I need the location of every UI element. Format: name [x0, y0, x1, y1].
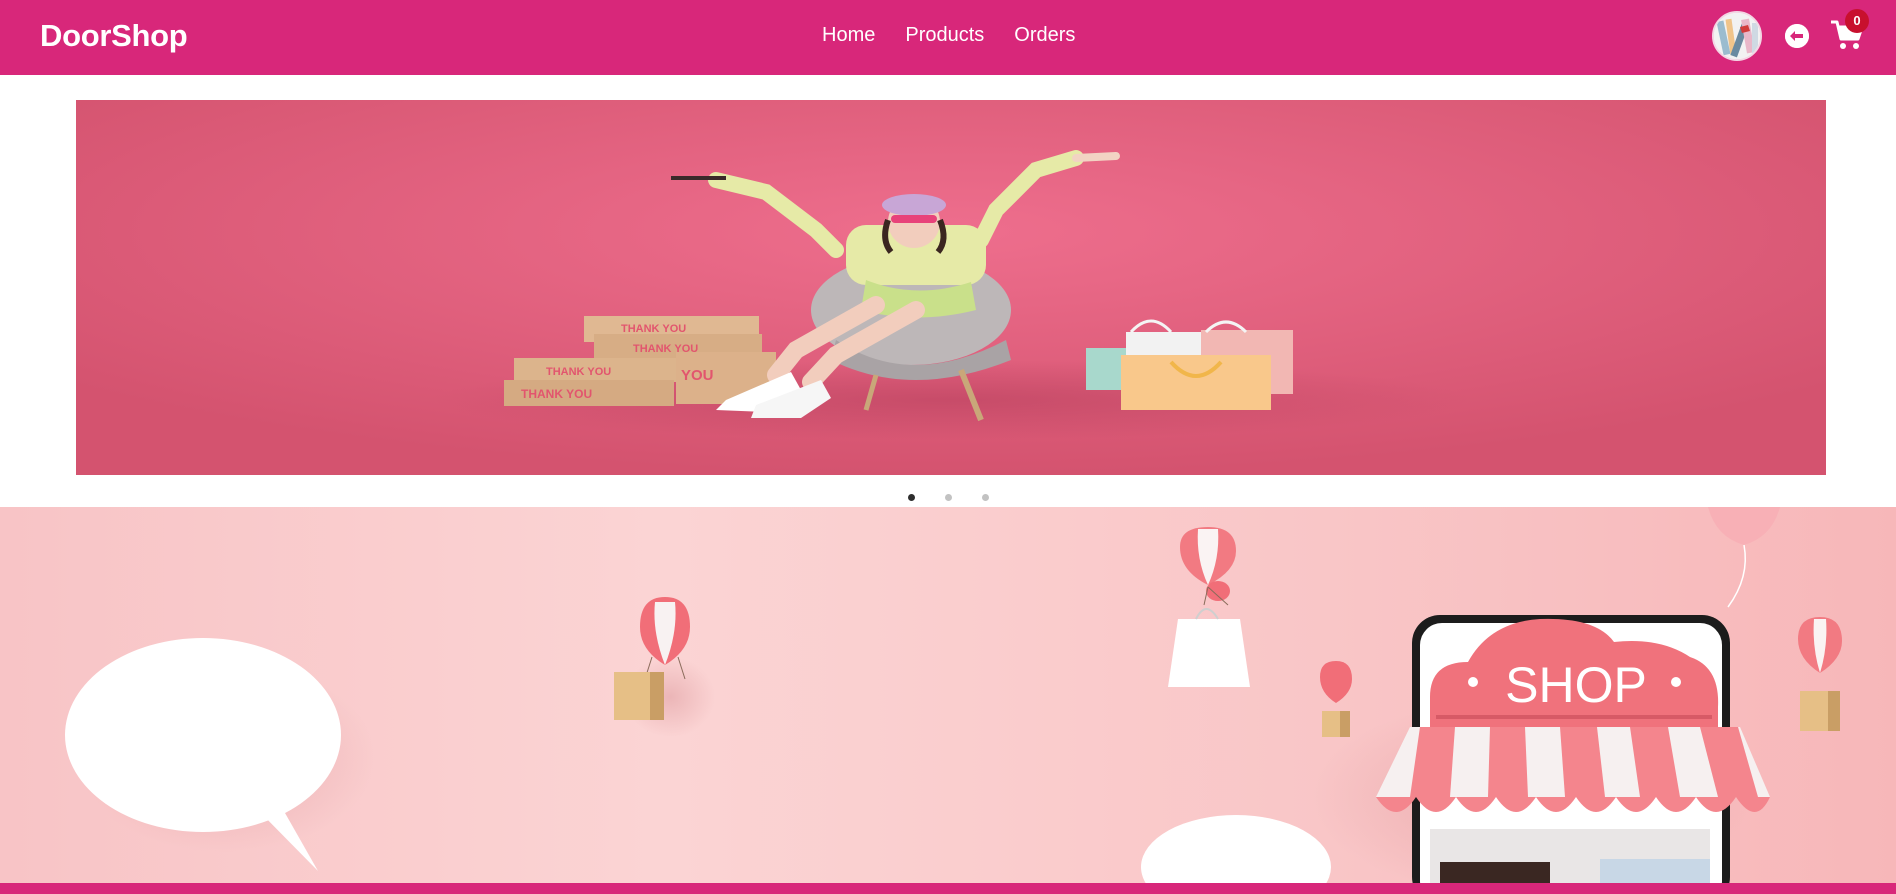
carousel-dot-1[interactable]	[908, 494, 915, 501]
navbar: DoorShop Home Products Orders 0	[0, 0, 1896, 75]
box-label-1: THANK YOU	[621, 323, 686, 335]
carousel-dot-2[interactable]	[945, 494, 952, 501]
banner-illustration: SHOP	[0, 507, 1896, 883]
nav-link-products[interactable]: Products	[905, 24, 984, 47]
nav-link-home[interactable]: Home	[822, 24, 875, 47]
footer-strip	[0, 883, 1896, 894]
shop-sign-text: SHOP	[1505, 657, 1647, 713]
promo-banner: SHOP	[0, 507, 1896, 883]
carousel-dot-3[interactable]	[982, 494, 989, 501]
brand-logo[interactable]: DoorShop	[40, 18, 188, 54]
box-label-5: YOU	[681, 367, 714, 384]
box-label-2: THANK YOU	[633, 343, 698, 355]
box-label-4: THANK YOU	[521, 387, 592, 401]
box-label-3: THANK YOU	[546, 366, 611, 378]
cart-count-badge: 0	[1845, 9, 1869, 33]
nav-link-orders[interactable]: Orders	[1014, 24, 1075, 47]
carousel-indicators	[908, 494, 989, 501]
avatar-image	[1714, 13, 1760, 59]
main-nav: Home Products Orders	[822, 24, 1075, 47]
user-avatar[interactable]	[1712, 11, 1762, 61]
hero-carousel[interactable]: THANK YOU THANK YOU THANK YOU THANK YOU …	[76, 100, 1826, 475]
logout-arrow-icon	[1785, 24, 1809, 48]
hero-slide-image: THANK YOU THANK YOU THANK YOU THANK YOU …	[76, 100, 1826, 475]
logout-icon[interactable]	[1785, 24, 1809, 48]
